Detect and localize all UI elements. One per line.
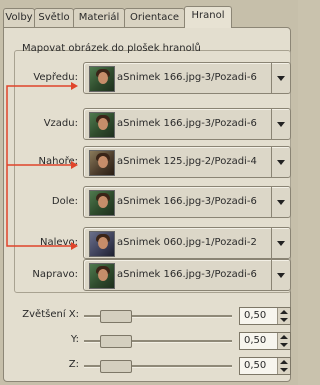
- zoom-x-label: Zvětšení X:: [22, 309, 79, 320]
- spin-arrows-icon[interactable]: [277, 333, 290, 349]
- zoom-y-value: 0,50: [244, 335, 267, 346]
- zoom-x-handle[interactable]: [100, 310, 132, 323]
- zoom-y-spinbox[interactable]: 0,50: [239, 332, 291, 350]
- tab-hranol[interactable]: Hranol: [184, 6, 232, 28]
- zoom-x-value: 0,50: [244, 310, 267, 321]
- arrow-head-icon: [71, 161, 78, 169]
- spin-arrows-icon[interactable]: [277, 308, 290, 324]
- zoom-z-spinbox[interactable]: 0,50: [239, 357, 291, 375]
- zoom-y-handle[interactable]: [100, 335, 132, 348]
- arrow-head-icon: [71, 82, 78, 90]
- zoom-y-label: Y:: [70, 334, 79, 345]
- annotation-connector: [6, 82, 78, 250]
- arrow-head-icon: [71, 242, 78, 250]
- spin-arrows-icon[interactable]: [277, 358, 290, 374]
- annotation-line-front-left: [6, 85, 72, 247]
- zoom-z-label: Z:: [68, 359, 79, 370]
- zoom-z-value: 0,50: [244, 360, 267, 371]
- zoom-x-spinbox[interactable]: 0,50: [239, 307, 291, 325]
- zoom-z-handle[interactable]: [100, 360, 132, 373]
